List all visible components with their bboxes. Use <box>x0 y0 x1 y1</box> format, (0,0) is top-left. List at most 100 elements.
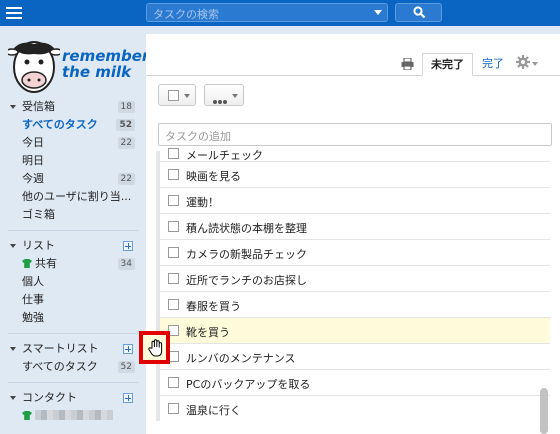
sidebar-item-label: 明日 <box>22 154 44 167</box>
top-bar: タスクの検索 <box>0 0 560 26</box>
item-count: 52 <box>116 119 135 131</box>
task-row[interactable]: PCのバックアップを取る <box>156 369 550 395</box>
scrollbar[interactable] <box>540 388 548 434</box>
inbox-section: 受信箱 18 すべてのタスク 52 今日 22 明日 今週 22 他のユーザに割… <box>0 98 146 425</box>
task-name[interactable]: 春服を買う <box>186 298 241 314</box>
logo[interactable]: remember the milk <box>8 34 149 96</box>
item-count: 52 <box>117 361 135 373</box>
sidebar-item-label: ゴミ箱 <box>22 208 55 221</box>
search-placeholder: タスクの検索 <box>153 8 219 21</box>
add-task-input[interactable]: タスクの追加 <box>158 123 552 146</box>
task-name[interactable]: 近所でランチのお店探し <box>186 272 307 288</box>
print-icon[interactable] <box>401 58 414 70</box>
drag-cursor-highlight <box>139 331 170 364</box>
chevron-down-icon[interactable] <box>532 62 538 66</box>
drag-handle[interactable] <box>156 292 160 317</box>
task-row[interactable]: 温泉に行く <box>156 395 550 421</box>
task-checkbox[interactable] <box>168 169 179 180</box>
sidebar-item-smart-all-tasks[interactable]: すべてのタスク 52 <box>0 358 146 376</box>
add-list-icon[interactable] <box>123 241 133 251</box>
task-name[interactable]: PCのバックアップを取る <box>186 376 310 392</box>
sidebar-item-label: すべてのタスク <box>22 360 98 373</box>
task-checkbox[interactable] <box>168 377 179 388</box>
logo-text: remember the milk <box>62 48 149 80</box>
task-row[interactable]: 積ん読状態の本棚を整理 <box>156 213 550 239</box>
drag-handle[interactable] <box>156 370 160 395</box>
task-row[interactable]: ルンバのメンテナンス <box>156 343 550 369</box>
divider <box>8 230 138 231</box>
drag-handle[interactable] <box>156 266 160 291</box>
search-button[interactable] <box>395 3 442 22</box>
task-row[interactable]: 映画を見る <box>156 161 550 187</box>
task-name[interactable]: 映画を見る <box>186 168 241 184</box>
sidebar-item-assigned[interactable]: 他のユーザに割り当... <box>0 188 146 206</box>
lists-header[interactable]: リスト <box>0 237 146 255</box>
checkbox-icon <box>168 90 179 101</box>
sidebar-item-this-week[interactable]: 今週 22 <box>0 170 146 188</box>
add-contact-icon[interactable] <box>123 393 133 403</box>
smartlists-header[interactable]: スマートリスト <box>0 340 146 358</box>
item-count: 34 <box>117 258 135 270</box>
task-row[interactable]: 近所でランチのお店探し <box>156 265 550 291</box>
hand-cursor-icon <box>148 339 163 357</box>
drag-handle[interactable] <box>156 240 160 265</box>
task-checkbox[interactable] <box>168 299 179 310</box>
task-name[interactable]: 積ん読状態の本棚を整理 <box>186 220 307 236</box>
blurred-contact-name <box>35 410 113 420</box>
task-checkbox[interactable] <box>168 247 179 258</box>
task-name[interactable]: ルンバのメンテナンス <box>186 350 296 366</box>
sidebar-item-study[interactable]: 勉強 <box>0 309 146 327</box>
sidebar-item-contact[interactable] <box>0 407 146 425</box>
more-actions-button[interactable] <box>204 84 244 106</box>
sidebar-item-label: 共有 <box>35 257 57 270</box>
task-name[interactable]: 温泉に行く <box>186 402 241 418</box>
inbox-count: 18 <box>117 101 135 113</box>
task-row[interactable]: 春服を買う <box>156 291 550 317</box>
task-checkbox[interactable] <box>168 148 179 159</box>
chevron-down-icon[interactable] <box>374 10 382 15</box>
item-count: 22 <box>117 173 135 185</box>
sidebar-item-label: 他のユーザに割り当... <box>22 190 132 203</box>
gear-icon[interactable] <box>516 55 530 69</box>
chevron-down-icon <box>232 94 238 98</box>
task-checkbox[interactable] <box>168 273 179 284</box>
task-checkbox[interactable] <box>168 195 179 206</box>
sidebar-item-tomorrow[interactable]: 明日 <box>0 152 146 170</box>
divider <box>8 333 138 334</box>
sidebar-item-trash[interactable]: ゴミ箱 <box>0 206 146 224</box>
search-input[interactable]: タスクの検索 <box>146 3 388 22</box>
menu-icon[interactable] <box>6 4 22 20</box>
sidebar-item-label: 仕事 <box>22 293 44 306</box>
tab-complete[interactable]: 完了 <box>474 53 512 76</box>
tab-incomplete[interactable]: 未完了 <box>422 53 473 76</box>
task-checkbox[interactable] <box>168 221 179 232</box>
smartlists-label: スマートリスト <box>22 342 99 355</box>
task-row[interactable]: 靴を買う <box>156 317 550 343</box>
sidebar-item-label: 個人 <box>22 275 44 288</box>
task-row[interactable]: メールチェック <box>156 148 550 162</box>
task-row[interactable]: 運動！ <box>156 187 550 213</box>
logo-line1: remember <box>62 47 150 65</box>
drag-handle[interactable] <box>156 214 160 239</box>
drag-handle[interactable] <box>156 151 160 161</box>
drag-handle[interactable] <box>156 188 160 213</box>
inbox-header[interactable]: 受信箱 18 <box>0 98 146 116</box>
search-icon <box>413 6 426 19</box>
drag-handle[interactable] <box>156 396 160 421</box>
sidebar-item-today[interactable]: 今日 22 <box>0 134 146 152</box>
task-row[interactable]: カメラの新製品チェック <box>156 239 550 265</box>
select-button[interactable] <box>158 84 196 106</box>
add-smartlist-icon[interactable] <box>123 344 133 354</box>
sidebar-item-work[interactable]: 仕事 <box>0 291 146 309</box>
task-name[interactable]: 靴を買う <box>186 324 230 340</box>
task-checkbox[interactable] <box>168 403 179 414</box>
task-name[interactable]: 運動！ <box>186 194 219 210</box>
sidebar-item-label: 今週 <box>22 172 44 185</box>
sidebar-item-personal[interactable]: 個人 <box>0 273 146 291</box>
drag-handle[interactable] <box>156 162 160 187</box>
contacts-header[interactable]: コンタクト <box>0 389 146 407</box>
cow-logo-icon <box>8 41 60 93</box>
sidebar-item-all-tasks[interactable]: すべてのタスク 52 <box>0 116 146 134</box>
task-name[interactable]: カメラの新製品チェック <box>186 246 307 262</box>
sidebar-item-shared[interactable]: 共有 34 <box>0 255 146 273</box>
